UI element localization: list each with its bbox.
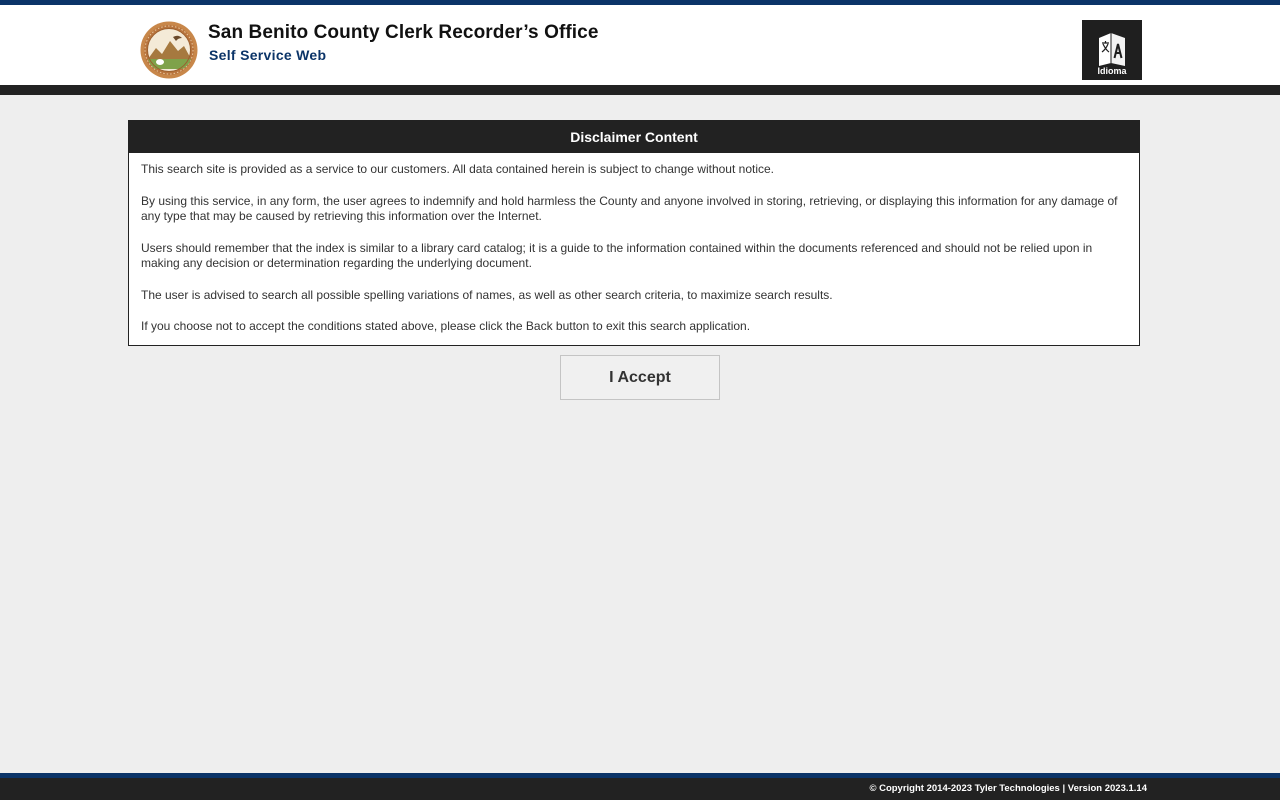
copyright-text: © Copyright 2014-2023 Tyler Technologies…	[869, 783, 1147, 794]
language-button[interactable]: Idioma	[1082, 20, 1142, 80]
site-subtitle: Self Service Web	[209, 47, 327, 63]
site-header: San Benito County Clerk Recorder’s Offic…	[0, 5, 1280, 85]
header-divider-bar	[0, 85, 1280, 95]
site-title: San Benito County Clerk Recorder’s Offic…	[208, 22, 599, 43]
language-button-label: Idioma	[1097, 66, 1127, 76]
disclaimer-paragraph: By using this service, in any form, the …	[141, 193, 1118, 224]
site-footer: © Copyright 2014-2023 Tyler Technologies…	[0, 778, 1280, 800]
disclaimer-paragraph: Users should remember that the index is …	[141, 240, 1093, 271]
disclaimer-title: Disclaimer Content	[129, 121, 1139, 153]
disclaimer-paragraph: The user is advised to search all possib…	[141, 287, 833, 302]
translate-icon	[1099, 33, 1125, 66]
disclaimer-panel: Disclaimer Content This search site is p…	[128, 120, 1140, 346]
disclaimer-body: This search site is provided as a servic…	[129, 153, 1139, 345]
accept-button[interactable]: I Accept	[560, 355, 720, 400]
county-seal-icon	[140, 21, 198, 79]
page: San Benito County Clerk Recorder’s Offic…	[0, 0, 1280, 800]
disclaimer-paragraph: This search site is provided as a servic…	[141, 162, 774, 176]
disclaimer-paragraph: If you choose not to accept the conditio…	[141, 319, 751, 333]
